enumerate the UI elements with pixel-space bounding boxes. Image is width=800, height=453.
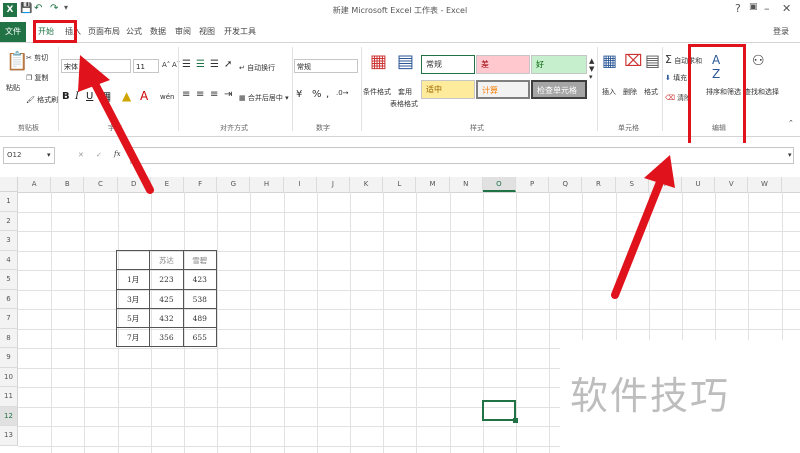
arrow-to-home-tab xyxy=(78,55,154,194)
annotation-arrows xyxy=(78,55,675,299)
arrow-to-sort-filter xyxy=(611,155,675,299)
